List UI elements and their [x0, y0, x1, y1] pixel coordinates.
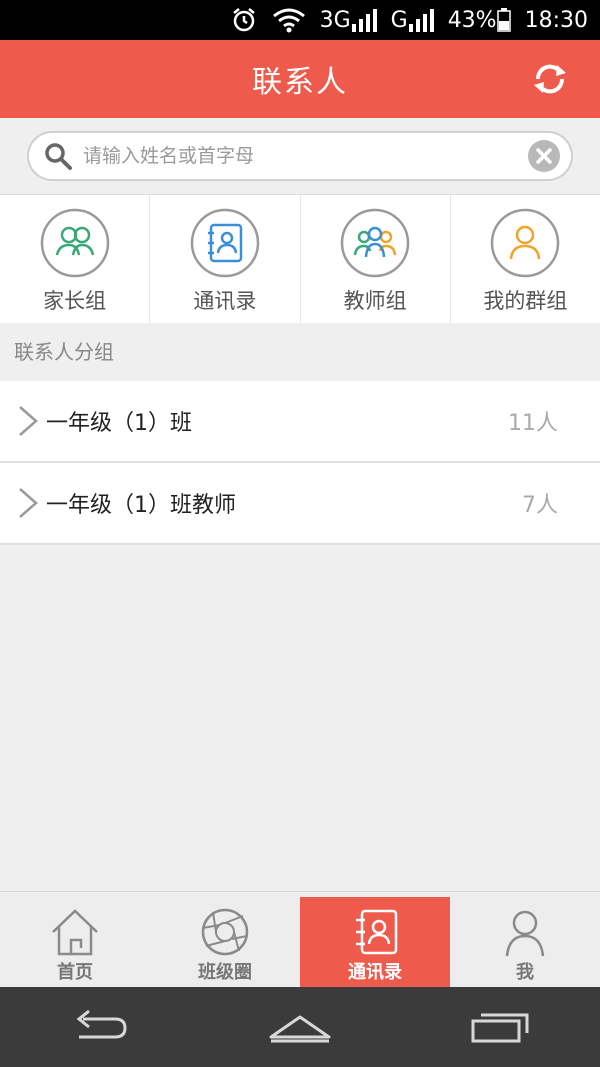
quick-link-teachers[interactable]: 教师组 [301, 195, 451, 323]
signal-2: G [391, 8, 434, 33]
system-nav-bar [0, 987, 600, 1067]
header: 联系人 [0, 40, 600, 118]
tab-contacts[interactable]: 通讯录 [300, 897, 450, 987]
tab-label: 我 [516, 962, 534, 983]
battery-percent: 43% [447, 7, 497, 33]
signal-icon [408, 9, 434, 32]
clock: 18:30 [524, 7, 588, 33]
back-icon[interactable] [65, 1007, 135, 1047]
search-input[interactable] [83, 145, 527, 167]
quick-link-label: 教师组 [343, 289, 407, 313]
quick-link-label: 通讯录 [193, 289, 257, 313]
search-box [27, 131, 573, 181]
tab-class-circle[interactable]: 班级圈 [150, 892, 300, 987]
clear-icon[interactable] [527, 139, 561, 173]
group-list: 一年级（1）班 11人 一年级（1）班教师 7人 [0, 381, 600, 545]
parents-group-icon [40, 208, 109, 278]
home-icon [52, 909, 98, 956]
group-name: 一年级（1）班教师 [46, 493, 236, 518]
group-row[interactable]: 一年级（1）班教师 7人 [0, 463, 600, 545]
contacts-icon [356, 909, 398, 955]
signal-1: 3G [320, 8, 377, 33]
tab-label: 首页 [57, 962, 93, 983]
chevron-right-icon [19, 488, 38, 518]
quick-link-contacts[interactable]: 通讯录 [150, 195, 301, 323]
quick-link-label: 我的群组 [483, 289, 568, 313]
refresh-icon[interactable] [530, 59, 570, 99]
battery-icon [496, 8, 511, 32]
chevron-right-icon [19, 406, 38, 436]
group-name: 一年级（1）班 [46, 411, 192, 436]
contacts-book-icon [190, 208, 260, 278]
page-title: 联系人 [252, 65, 348, 100]
status-bar: 3G G 43% 18:30 [0, 0, 600, 40]
quick-links: 家长组 通讯录 教师组 我的群组 [0, 195, 600, 323]
search-icon [45, 143, 72, 170]
tab-me[interactable]: 我 [450, 892, 600, 987]
group-count: 11人 [508, 411, 558, 436]
group-row[interactable]: 一年级（1）班 11人 [0, 381, 600, 463]
person-icon [505, 910, 545, 957]
teachers-group-icon [340, 208, 410, 278]
quick-link-label: 家长组 [43, 289, 107, 313]
tab-label: 通讯录 [348, 962, 402, 983]
group-count: 7人 [522, 493, 558, 518]
network-type-2: G [390, 7, 408, 33]
battery: 43% [448, 8, 511, 33]
section-title: 联系人分组 [0, 323, 600, 381]
signal-icon [351, 9, 377, 32]
network-type-1: 3G [319, 7, 351, 33]
my-group-icon [491, 208, 560, 278]
wifi-icon [272, 7, 306, 33]
recent-apps-icon[interactable] [465, 1007, 535, 1047]
quick-link-my-groups[interactable]: 我的群组 [451, 195, 600, 323]
tab-bar: 首页 班级圈 通讯录 我 [0, 891, 600, 987]
home-button-icon[interactable] [265, 1007, 335, 1047]
search-area [0, 118, 600, 195]
quick-link-parents[interactable]: 家长组 [0, 195, 151, 323]
aperture-icon [201, 908, 249, 956]
tab-label: 班级圈 [198, 962, 252, 983]
tab-home[interactable]: 首页 [0, 892, 150, 987]
alarm-icon [230, 6, 258, 34]
